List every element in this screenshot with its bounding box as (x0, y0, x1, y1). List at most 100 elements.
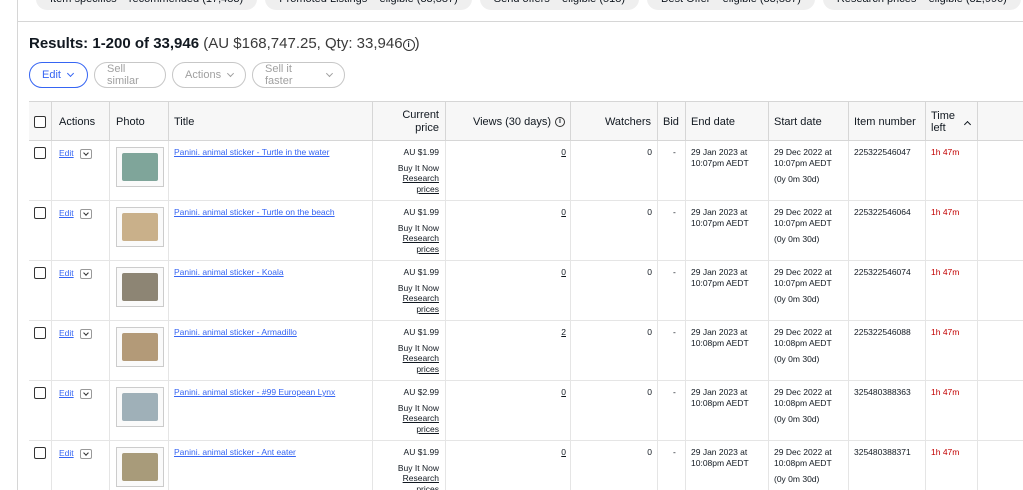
research-prices-link-1[interactable]: Research (372, 473, 439, 484)
chevron-down-icon[interactable] (79, 148, 92, 159)
bid-value: - (673, 147, 676, 157)
item-photo[interactable] (116, 147, 164, 187)
end-date: 29 Jan 2023 at 10:07pm AEDT (691, 207, 749, 266)
listing-duration: (0y 0m 30d) (774, 174, 820, 184)
views-count[interactable]: 0 (561, 267, 566, 277)
row-checkbox[interactable] (34, 447, 46, 459)
item-price: AU $1.99 (403, 147, 439, 157)
row-checkbox[interactable] (34, 147, 46, 159)
watchers-count: 0 (647, 207, 652, 217)
end-date-line1: 29 Jan 2023 at (691, 267, 748, 277)
start-date: 29 Dec 2022 at 10:08pm AEDT (0y 0m 30d) (774, 387, 832, 446)
chevron-up-icon[interactable] (964, 120, 972, 128)
research-prices-link-2[interactable]: prices (372, 424, 439, 435)
table-row: Edit Panini. animal sticker - Koala AU $… (29, 261, 1023, 321)
research-prices-link-1[interactable]: Research (372, 293, 439, 304)
item-title-link[interactable]: Panini. animal sticker - Turtle in the w… (174, 147, 329, 157)
chevron-down-icon[interactable] (79, 268, 92, 279)
chevron-down-icon[interactable] (79, 388, 92, 399)
end-date-line1: 29 Jan 2023 at (691, 327, 748, 337)
filter-chip[interactable]: Research prices – eligible (32,996) (822, 0, 1021, 10)
views-count[interactable]: 0 (561, 387, 566, 397)
row-checkbox[interactable] (34, 267, 46, 279)
start-date: 29 Dec 2022 at 10:07pm AEDT (0y 0m 30d) (774, 207, 832, 266)
sell-similar-button[interactable]: Sell similar (94, 62, 166, 88)
filter-chip[interactable]: Item specifics – recommended (17,483) (36, 0, 258, 10)
item-photo[interactable] (116, 447, 164, 487)
results-close: ) (414, 35, 420, 52)
views-count[interactable]: 2 (561, 327, 566, 337)
row-edit-link[interactable]: Edit (59, 208, 74, 218)
col-watchers[interactable]: Watchers (570, 102, 651, 142)
col-start-date[interactable]: Start date (774, 102, 822, 142)
col-current-price-line2: price (415, 122, 439, 134)
row-checkbox[interactable] (34, 387, 46, 399)
research-prices-link-1[interactable]: Research (372, 173, 439, 184)
bid-value: - (673, 207, 676, 217)
item-number: 325480388371 (854, 447, 911, 457)
col-title[interactable]: Title (174, 102, 194, 142)
info-icon[interactable]: i (402, 39, 415, 51)
start-date-line1: 29 Dec 2022 at (774, 147, 832, 157)
end-date: 29 Jan 2023 at 10:07pm AEDT (691, 147, 749, 206)
filter-chip[interactable]: Send offers – eligible (518) (479, 0, 640, 10)
research-prices-link-2[interactable]: prices (372, 364, 439, 375)
chevron-down-icon[interactable] (79, 208, 92, 219)
item-price: AU $1.99 (403, 207, 439, 217)
filter-chip[interactable]: Best Offer – eligible (33,887) (647, 0, 815, 10)
chevron-down-icon[interactable] (79, 328, 92, 339)
edit-button[interactable]: Edit (29, 62, 88, 88)
item-photo[interactable] (116, 207, 164, 247)
col-time-left[interactable]: Time left (931, 102, 972, 142)
item-title-link[interactable]: Panini. animal sticker - Turtle on the b… (174, 207, 335, 217)
row-checkbox[interactable] (34, 207, 46, 219)
item-title-link[interactable]: Panini. animal sticker - Ant eater (174, 447, 296, 457)
research-prices-link-2[interactable]: prices (372, 484, 439, 490)
research-prices-link-1[interactable]: Research (372, 413, 439, 424)
actions-button[interactable]: Actions (172, 62, 246, 88)
row-edit-link[interactable]: Edit (59, 328, 74, 338)
table-row: Edit Panini. animal sticker - #99 Europe… (29, 381, 1023, 441)
item-photo[interactable] (116, 267, 164, 307)
select-all-checkbox[interactable] (34, 116, 46, 128)
row-edit-link[interactable]: Edit (59, 148, 74, 158)
end-date-line2: 10:07pm AEDT (691, 217, 749, 228)
col-views[interactable]: Views (30 days) i (445, 102, 565, 142)
chevron-down-icon (326, 70, 334, 77)
research-prices-link-2[interactable]: prices (372, 244, 439, 255)
research-prices-link-2[interactable]: prices (372, 304, 439, 315)
sell-faster-button[interactable]: Sell it faster (252, 62, 345, 88)
research-prices-link-1[interactable]: Research (372, 353, 439, 364)
col-end-date[interactable]: End date (691, 102, 735, 142)
info-icon[interactable]: i (555, 117, 565, 127)
table-row: Edit Panini. animal sticker - Ant eater … (29, 441, 1023, 490)
chevron-down-icon[interactable] (79, 448, 92, 459)
row-checkbox[interactable] (34, 327, 46, 339)
research-prices-link-1[interactable]: Research (372, 233, 439, 244)
item-number: 325480388363 (854, 387, 911, 397)
row-edit-link[interactable]: Edit (59, 448, 74, 458)
price-cell: AU $1.99 Buy It Now Research prices (372, 207, 439, 266)
col-current-price[interactable]: Current price (372, 102, 439, 142)
watchers-count: 0 (647, 327, 652, 337)
row-edit-link[interactable]: Edit (59, 388, 74, 398)
views-count[interactable]: 0 (561, 147, 566, 157)
col-current-price-line1: Current (402, 109, 439, 121)
research-prices-link-2[interactable]: prices (372, 184, 439, 195)
watchers-count: 0 (647, 387, 652, 397)
col-time-left-line1: Time (931, 110, 956, 122)
row-edit-link[interactable]: Edit (59, 268, 74, 278)
views-count[interactable]: 0 (561, 447, 566, 457)
views-count[interactable]: 0 (561, 207, 566, 217)
item-title-link[interactable]: Panini. animal sticker - Armadillo (174, 327, 297, 337)
watchers-count: 0 (647, 447, 652, 457)
item-title-link[interactable]: Panini. animal sticker - Koala (174, 267, 284, 277)
item-photo[interactable] (116, 387, 164, 427)
item-title-link[interactable]: Panini. animal sticker - #99 European Ly… (174, 387, 335, 397)
col-item-number[interactable]: Item number (854, 102, 916, 142)
col-bid[interactable]: Bid (663, 102, 679, 142)
item-photo-image (122, 213, 158, 241)
item-photo[interactable] (116, 327, 164, 367)
end-date: 29 Jan 2023 at 10:08pm AEDT (691, 327, 749, 386)
filter-chip[interactable]: Promoted Listings – eligible (33,887) (265, 0, 472, 10)
